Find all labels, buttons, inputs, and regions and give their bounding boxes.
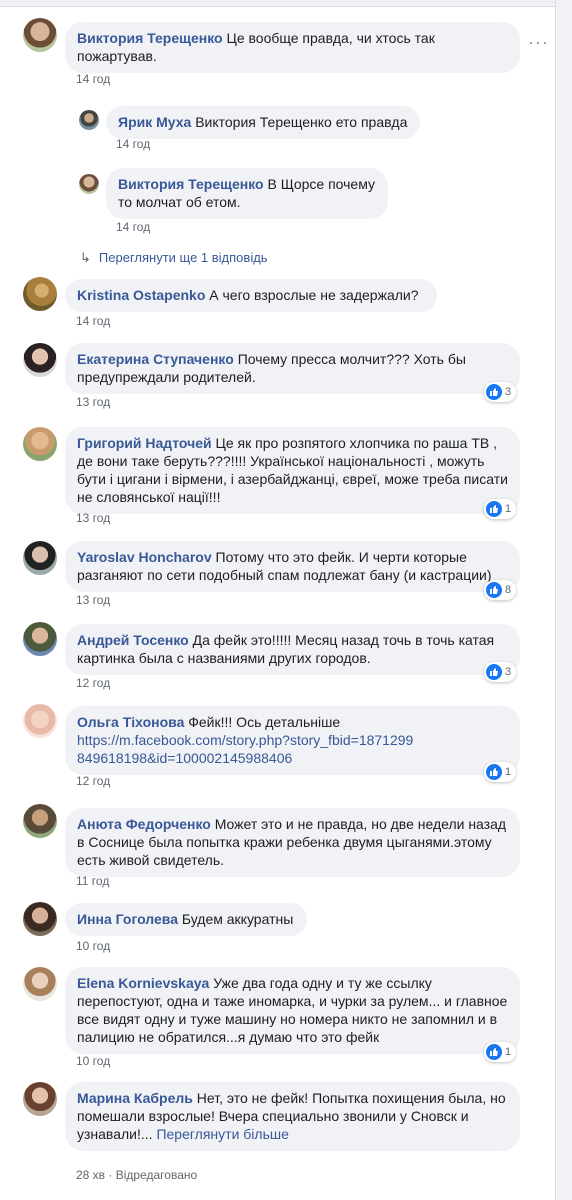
comment-bubble: Григорий Надточей Це як про розпятого хл…: [65, 427, 520, 514]
like-icon: [486, 384, 502, 400]
reaction-count[interactable]: 1: [484, 499, 517, 519]
comment-author[interactable]: Инна Гоголева: [77, 911, 178, 927]
avatar[interactable]: [79, 174, 99, 194]
avatar[interactable]: [23, 427, 57, 461]
comment-bubble: Kristina Ostapenko А чего взрослые не за…: [65, 279, 437, 312]
like-icon: [486, 582, 502, 598]
reply-time[interactable]: 14 год: [116, 137, 150, 151]
avatar[interactable]: [23, 343, 57, 377]
comment-author[interactable]: Андрей Тосенко: [77, 632, 189, 648]
comment-time[interactable]: 13 год: [76, 511, 110, 525]
reaction-count[interactable]: 1: [484, 762, 517, 782]
reaction-number: 1: [505, 503, 512, 515]
comment-bubble: Yaroslav Honcharov Потому что это фейк. …: [65, 541, 520, 592]
avatar[interactable]: [23, 277, 57, 311]
comment-bubble: Ольга Тіхонова Фейк!!! Ось детальніше ht…: [65, 706, 520, 775]
like-icon: [486, 501, 502, 517]
comment-author[interactable]: Ольга Тіхонова: [77, 714, 184, 730]
reaction-number: 1: [505, 766, 512, 778]
comment-bubble: Анюта Федорченко Может это и не правда, …: [65, 808, 520, 877]
reaction-number: 3: [505, 386, 512, 398]
reaction-count[interactable]: 3: [484, 662, 517, 682]
view-more-label: Переглянути ще 1 відповідь: [98, 250, 268, 265]
comment-time[interactable]: 14 год: [76, 314, 110, 328]
reaction-count[interactable]: 3: [484, 382, 517, 402]
comment-time[interactable]: 10 год: [76, 1054, 110, 1068]
comment-link[interactable]: https://m.facebook.com/story.php?story_f…: [77, 731, 417, 767]
comment-bubble: Андрей Тосенко Да фейк это!!!!! Месяц на…: [65, 624, 520, 675]
avatar[interactable]: [23, 902, 57, 936]
like-icon: [486, 664, 502, 680]
avatar[interactable]: [23, 1082, 57, 1116]
like-icon: [486, 1044, 502, 1060]
reaction-count[interactable]: 1: [484, 1042, 517, 1062]
more-options-icon[interactable]: ···: [528, 32, 549, 53]
comment-author[interactable]: Григорий Надточей: [77, 435, 212, 451]
comment-author[interactable]: Екатерина Ступаченко: [77, 351, 234, 367]
top-edge: [0, 0, 556, 7]
comment-text: Фейк!!! Ось детальніше: [188, 714, 341, 730]
reply-author[interactable]: Ярик Муха: [118, 114, 191, 130]
comment-time[interactable]: 14 год: [76, 72, 110, 86]
reaction-number: 8: [505, 584, 512, 596]
avatar[interactable]: [79, 110, 99, 130]
comment-bubble: Марина Кабрель Нет, это не фейк! Попытка…: [65, 1082, 520, 1151]
like-icon: [486, 764, 502, 780]
comment-text: А чего взрослые не задержали?: [209, 287, 419, 303]
comment-bubble: Екатерина Ступаченко Почему пресса молчи…: [65, 343, 520, 394]
comment-text: Будем аккуратны: [181, 911, 294, 927]
comment-time[interactable]: 12 год: [76, 676, 110, 690]
reply-bubble: Ярик Муха Виктория Терещенко ето правда: [106, 106, 420, 139]
comment-time[interactable]: 12 год: [76, 774, 110, 788]
comment-time[interactable]: 10 год: [76, 939, 110, 953]
reply-text: Виктория Терещенко ето правда: [195, 114, 408, 130]
reply-time[interactable]: 14 год: [116, 220, 150, 234]
comment-bubble: Виктория Терещенко Це вообще правда, чи …: [65, 22, 520, 73]
avatar[interactable]: [23, 541, 57, 575]
comment-author[interactable]: Elena Kornievskaya: [77, 975, 209, 991]
edited-label[interactable]: Відредаговано: [116, 1168, 197, 1182]
reaction-count[interactable]: 8: [484, 580, 517, 600]
scrollbar-track[interactable]: [555, 0, 572, 1200]
reply-bubble: Виктория Терещенко В Щорсе почему то мол…: [106, 168, 388, 219]
avatar[interactable]: [23, 622, 57, 656]
comment-bubble: Elena Kornievskaya Уже два года одну и т…: [65, 967, 520, 1054]
comment-author[interactable]: Kristina Ostapenko: [77, 287, 205, 303]
comment-author[interactable]: Марина Кабрель: [77, 1090, 193, 1106]
reaction-number: 3: [505, 666, 512, 678]
avatar[interactable]: [23, 704, 57, 738]
comment-author[interactable]: Yaroslav Honcharov: [77, 549, 212, 565]
avatar[interactable]: [23, 804, 57, 838]
reaction-number: 1: [505, 1046, 512, 1058]
reply-arrow-icon: ↳: [80, 250, 91, 265]
comment-meta: 28 хв · Відредаговано: [76, 1168, 197, 1182]
comment-time[interactable]: 11 год: [76, 874, 109, 888]
dot-separator: ·: [108, 1168, 113, 1182]
comment-bubble: Инна Гоголева Будем аккуратны: [65, 903, 307, 936]
comment-time[interactable]: 28 хв: [76, 1168, 105, 1182]
comment-time[interactable]: 13 год: [76, 395, 110, 409]
comment-author[interactable]: Анюта Федорченко: [77, 816, 211, 832]
avatar[interactable]: [23, 967, 57, 1001]
reply-author[interactable]: Виктория Терещенко: [118, 176, 264, 192]
view-more-replies[interactable]: ↳ Переглянути ще 1 відповідь: [80, 250, 268, 266]
comment-time[interactable]: 13 год: [76, 593, 110, 607]
avatar[interactable]: [23, 18, 57, 52]
see-more-link[interactable]: Переглянути більше: [156, 1126, 288, 1142]
comment-author[interactable]: Виктория Терещенко: [77, 30, 223, 46]
